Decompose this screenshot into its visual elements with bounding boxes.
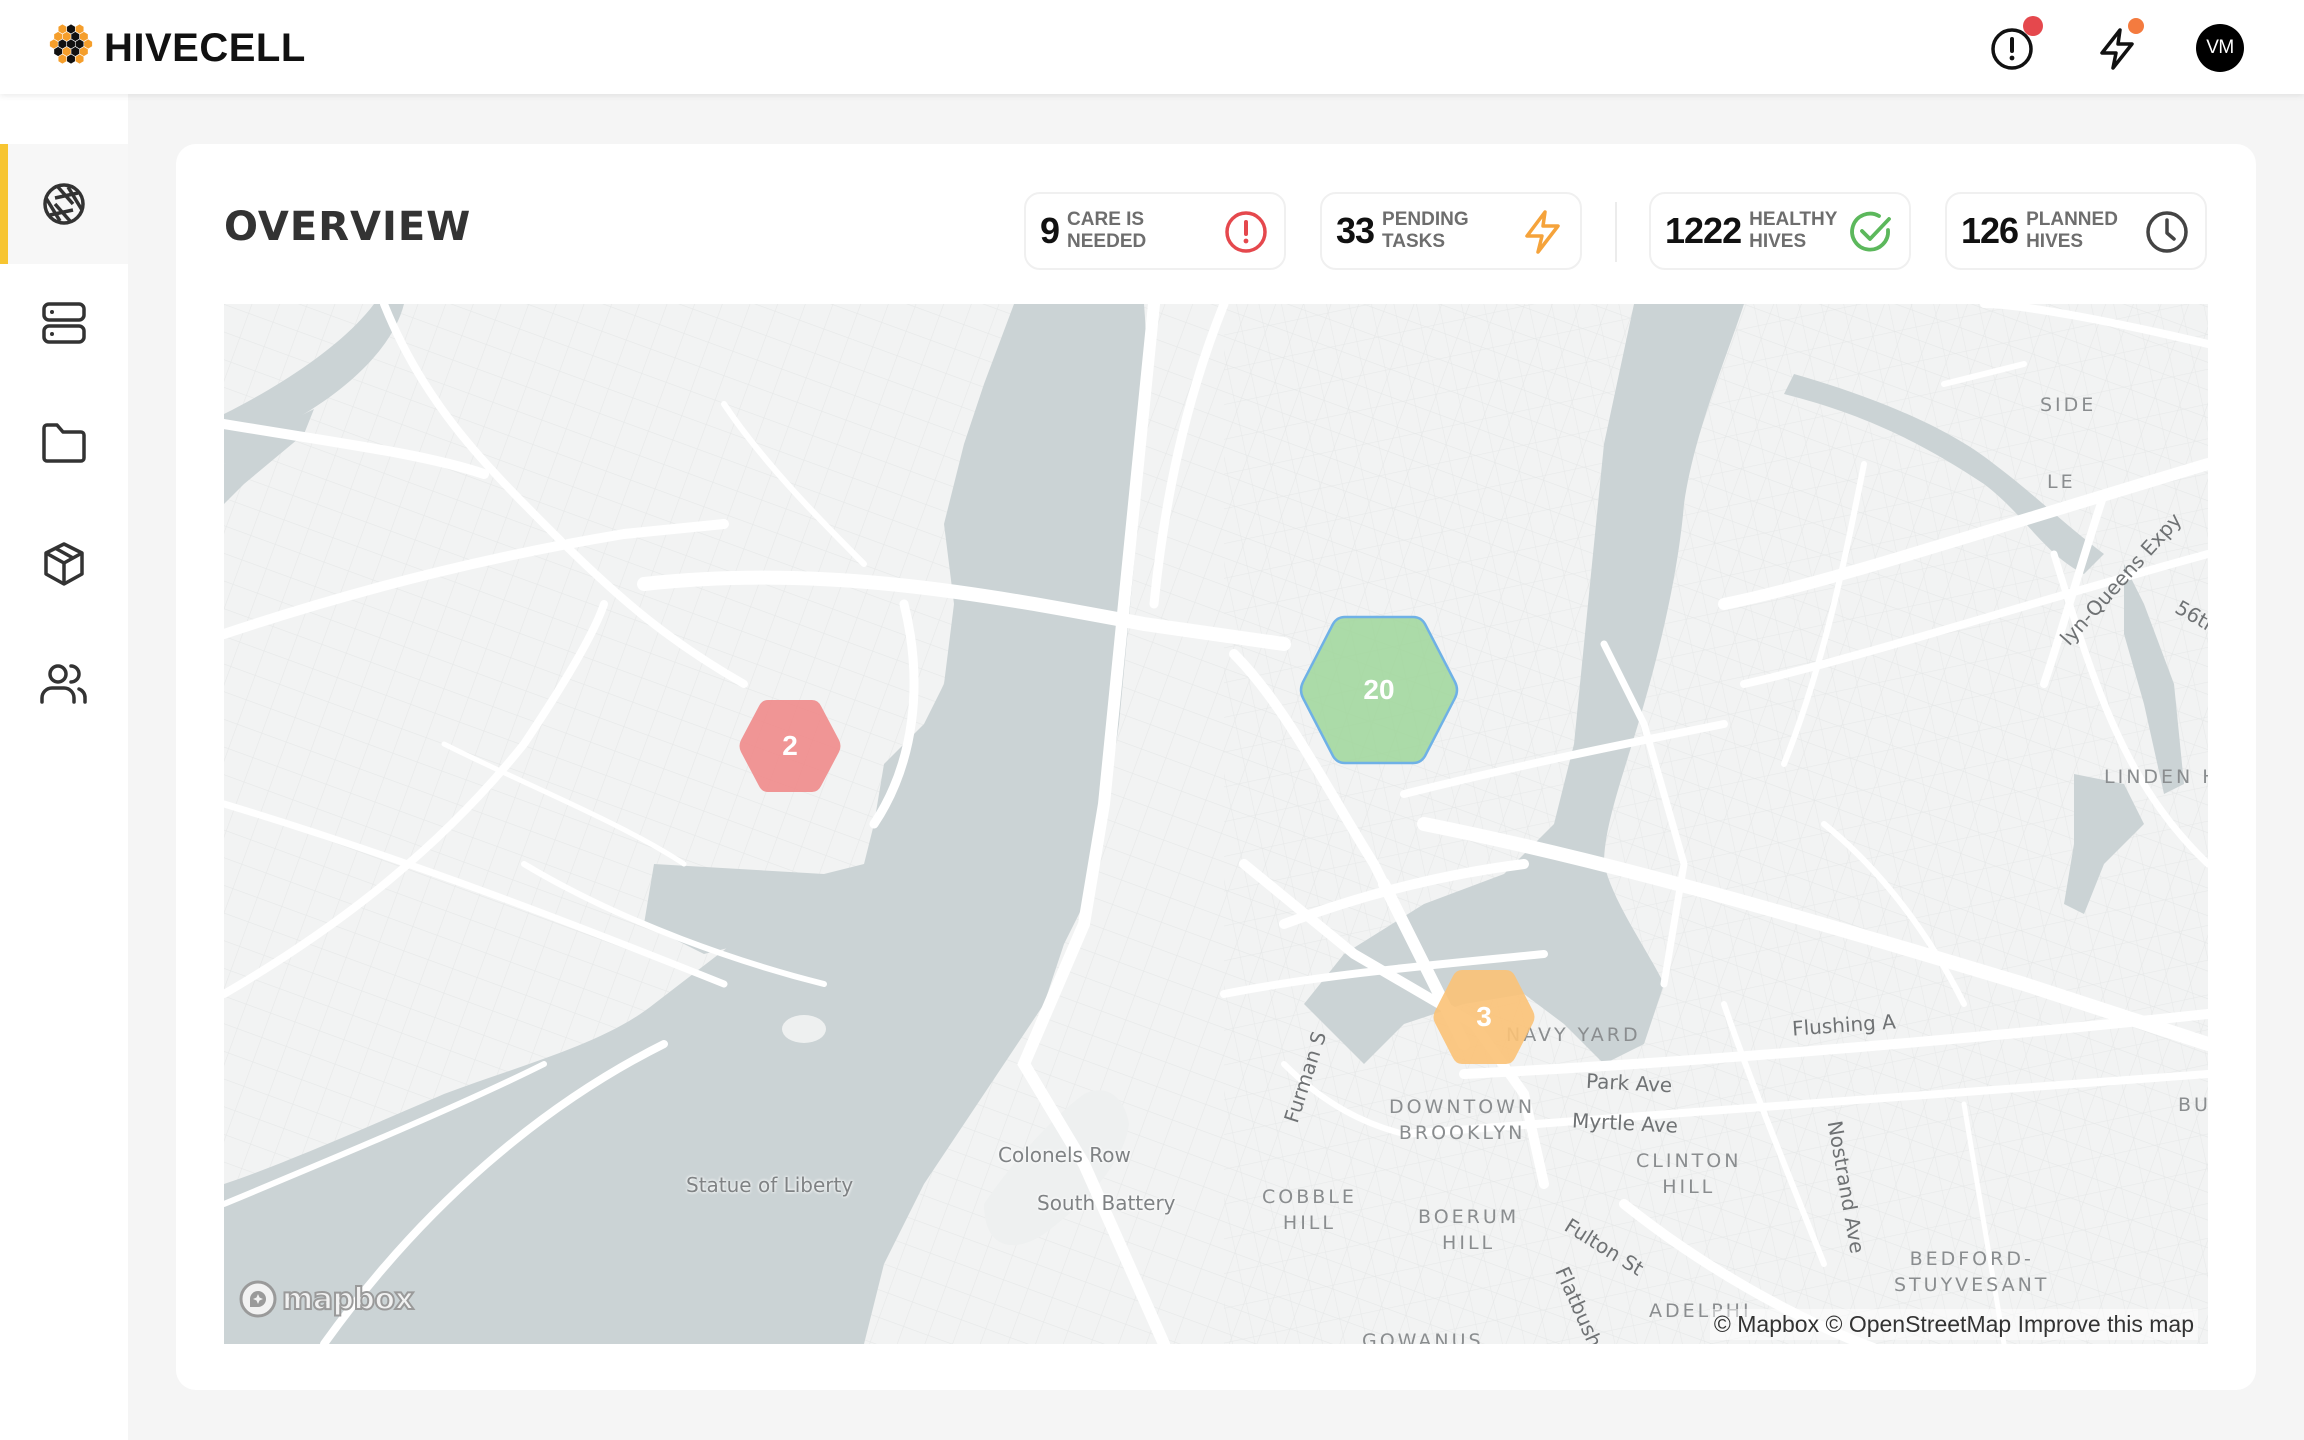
logo-hex-cell (79, 46, 88, 57)
map-marker-healthy[interactable]: 20 (1297, 614, 1461, 766)
map-label-linden: LINDEN H (2104, 766, 2208, 788)
users-icon (40, 664, 87, 704)
logo-hex-cell (84, 39, 93, 49)
mapbox-attribution-link[interactable]: © Mapbox (1714, 1311, 1819, 1337)
map-label-downtown-brooklyn: DOWNTOWN BROOKLYN (1389, 1096, 1536, 1144)
logo-hex-cell (79, 31, 88, 42)
stat-planned-hives[interactable]: 126 PLANNED HIVES (1945, 192, 2207, 270)
brand-logo[interactable]: HIVECELL (44, 22, 306, 74)
stat-healthy-hives[interactable]: 1222 HEALTHY HIVES (1649, 192, 1911, 270)
sidebar-item-overview[interactable] (0, 144, 128, 264)
check-circle-icon (1850, 211, 1891, 252)
map-label-colonels-row: Colonels Row (998, 1143, 1131, 1167)
marker-count: 2 (782, 730, 798, 761)
sidebar-item-users[interactable] (0, 624, 128, 744)
stat-label: PENDING TASKS (1382, 209, 1469, 252)
top-header: HIVECELL VM (0, 0, 2304, 94)
logo-hex-cell (75, 54, 84, 64)
marker-count: 3 (1476, 1001, 1492, 1032)
page-title: OVERVIEW (224, 204, 472, 250)
alerts-badge (2023, 16, 2043, 36)
alert-circle-icon (1225, 211, 1267, 253)
map-label-park-ave: Park Ave (1585, 1068, 1673, 1098)
map-label-le: LE (2047, 471, 2076, 493)
map-basemap (224, 304, 2208, 1344)
map-attribution: © Mapbox © OpenStreetMap Improve this ma… (1709, 1309, 2198, 1340)
logo-hex-cell (58, 39, 67, 49)
logo-hex-cell (54, 46, 63, 57)
logo-hex-cell (62, 31, 71, 42)
stat-care-needed[interactable]: 9 CARE IS NEEDED (1024, 192, 1286, 270)
sidebar-item-packages[interactable] (0, 504, 128, 624)
stat-value: 33 (1336, 210, 1375, 251)
aperture-icon (43, 183, 85, 225)
map-label-gowanus: GOWANUS (1362, 1330, 1484, 1344)
user-avatar[interactable]: VM (2196, 24, 2244, 72)
map-label-myrtle-ave: Myrtle Ave (1571, 1108, 1679, 1138)
logo-hex-cell (71, 31, 80, 42)
marker-count: 20 (1363, 674, 1395, 705)
map-label-south-battery: South Battery (1037, 1191, 1176, 1215)
map-label-cobble-hill: COBBLE HILL (1262, 1186, 1357, 1234)
stat-value: 1222 (1665, 210, 1742, 251)
lightning-icon (1525, 210, 1560, 254)
map-label-boerum-hill: BOERUM HILL (1418, 1206, 1520, 1254)
improve-map-link[interactable]: Improve this map (2018, 1311, 2194, 1337)
map-marker-care-needed[interactable]: 2 (738, 698, 842, 794)
brand-name: HIVECELL (104, 25, 306, 70)
folder-icon (42, 423, 86, 463)
tasks-badge (2128, 18, 2144, 34)
logo-hex-cell (62, 46, 71, 57)
logo-hex-cell (67, 39, 75, 49)
map-label-side: SIDE (2040, 394, 2097, 416)
map-marker-pending[interactable]: 3 (1432, 968, 1536, 1066)
logo-hex-cell (75, 39, 84, 49)
alerts-button[interactable] (1987, 16, 2043, 74)
overview-card: OVERVIEW 9 CARE IS NEEDED 33 PENDING TASKS… (176, 144, 2256, 1390)
map-label-clinton-hill: CLINTON HILL (1636, 1150, 1742, 1198)
map-label-statue-of-liberty: Statue of Liberty (686, 1173, 854, 1197)
logo-hex-cell (67, 54, 75, 64)
server-icon (42, 302, 86, 344)
logo-hex-cell (54, 31, 63, 42)
map-label-bus: BUS (2178, 1094, 2208, 1116)
osm-attribution-link[interactable]: © OpenStreetMap (1825, 1311, 2011, 1337)
sidebar-item-servers[interactable] (0, 264, 128, 384)
stat-value: 126 (1961, 210, 2019, 251)
box-icon (44, 542, 84, 586)
stat-pending-tasks[interactable]: 33 PENDING TASKS (1320, 192, 1582, 270)
sidebar (0, 94, 128, 1440)
map-label-bedford-stuyvesant: BEDFORD- STUYVESANT (1894, 1248, 2050, 1296)
mapbox-logo[interactable]: mapbox (238, 1279, 415, 1319)
honeycomb-logo-icon (49, 24, 93, 64)
mapbox-pin-icon (239, 1280, 277, 1318)
tasks-button[interactable] (2092, 18, 2144, 74)
hive-map[interactable]: Statue of Liberty Colonels Row South Bat… (224, 304, 2208, 1344)
stat-label: HEALTHY HIVES (1749, 209, 1838, 252)
sidebar-item-files[interactable] (0, 384, 128, 504)
logo-hex-cell (58, 54, 67, 64)
stat-label: PLANNED HIVES (2026, 209, 2118, 252)
logo-hex-cell (58, 24, 67, 34)
logo-hex-cell (75, 24, 84, 34)
clock-icon (2146, 211, 2188, 253)
mapbox-logo-text: mapbox (281, 1281, 415, 1318)
stats-divider (1615, 202, 1617, 262)
logo-hex-cell (71, 46, 80, 57)
stat-value: 9 (1040, 210, 1060, 251)
stat-label: CARE IS NEEDED (1067, 209, 1147, 252)
logo-hex-cell (67, 24, 75, 34)
logo-hex-cell (49, 39, 58, 49)
